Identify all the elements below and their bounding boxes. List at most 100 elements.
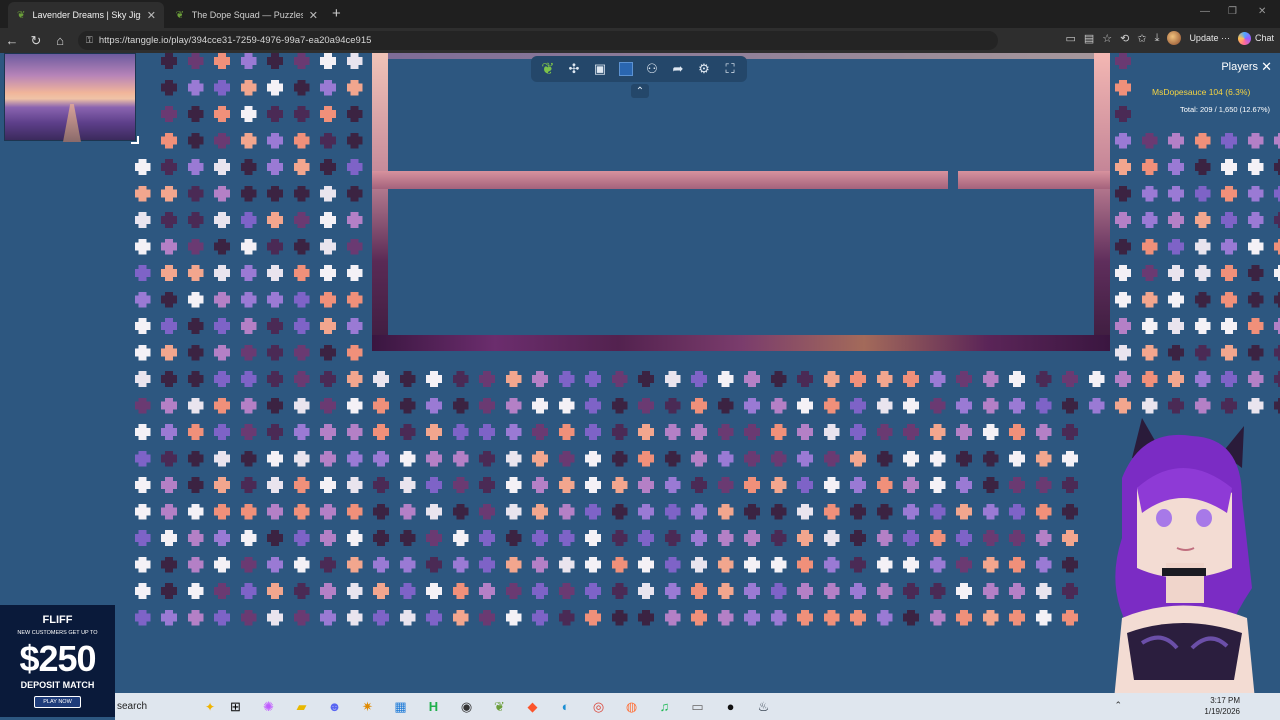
- site-info-icon[interactable]: ⚿: [86, 35, 93, 46]
- puzzle-piece[interactable]: [373, 609, 389, 626]
- puzzle-piece[interactable]: [1062, 397, 1078, 414]
- favorite-star-icon[interactable]: ☆: [1102, 32, 1112, 45]
- puzzle-piece[interactable]: [532, 371, 548, 387]
- puzzle-piece[interactable]: [346, 132, 363, 149]
- puzzle-piece[interactable]: [744, 556, 760, 573]
- puzzle-piece[interactable]: [558, 503, 575, 520]
- puzzle-piece[interactable]: [1168, 318, 1184, 334]
- puzzle-piece[interactable]: [1274, 265, 1280, 281]
- puzzle-piece[interactable]: [1035, 397, 1052, 414]
- puzzle-piece[interactable]: [532, 397, 548, 414]
- puzzle-piece[interactable]: [346, 344, 363, 361]
- puzzle-piece[interactable]: [770, 583, 787, 599]
- puzzle-piece[interactable]: [585, 450, 601, 467]
- puzzle-piece[interactable]: [267, 106, 283, 122]
- puzzle-piece[interactable]: [1168, 344, 1184, 361]
- puzzle-piece[interactable]: [850, 530, 866, 546]
- puzzle-piece[interactable]: [1035, 503, 1052, 520]
- puzzle-piece[interactable]: [1274, 371, 1280, 387]
- puzzle-piece[interactable]: [558, 583, 575, 599]
- puzzle-piece[interactable]: [1247, 132, 1264, 149]
- puzzle-piece[interactable]: [320, 132, 336, 149]
- puzzle-piece[interactable]: [240, 344, 257, 361]
- puzzle-piece[interactable]: [797, 397, 813, 414]
- puzzle-piece[interactable]: [1247, 397, 1264, 414]
- puzzle-piece[interactable]: [452, 397, 469, 414]
- puzzle-piece[interactable]: [346, 477, 363, 493]
- puzzle-piece[interactable]: [532, 556, 548, 573]
- puzzle-piece[interactable]: [187, 583, 204, 599]
- puzzle-piece[interactable]: [293, 450, 310, 467]
- puzzle-piece[interactable]: [1115, 132, 1131, 149]
- puzzle-piece[interactable]: [346, 503, 363, 520]
- puzzle-piece[interactable]: [479, 503, 495, 520]
- puzzle-piece[interactable]: [161, 424, 177, 440]
- home-icon[interactable]: ⌂: [48, 33, 72, 48]
- puzzle-piece[interactable]: [638, 609, 654, 626]
- puzzle-piece[interactable]: [399, 371, 416, 387]
- puzzle-piece[interactable]: [903, 556, 919, 573]
- puzzle-piece[interactable]: [452, 609, 469, 626]
- puzzle-piece[interactable]: [929, 424, 946, 440]
- puzzle-piece[interactable]: [558, 477, 575, 493]
- puzzle-piece[interactable]: [320, 344, 336, 361]
- puzzle-piece[interactable]: [1035, 609, 1052, 626]
- puzzle-piece[interactable]: [638, 583, 654, 599]
- steam-icon[interactable]: ♨: [747, 693, 780, 720]
- puzzle-piece[interactable]: [1194, 159, 1211, 175]
- puzzle-piece[interactable]: [240, 424, 257, 440]
- puzzle-piece[interactable]: [876, 503, 893, 520]
- puzzle-piece[interactable]: [929, 556, 946, 573]
- puzzle-piece[interactable]: [1009, 503, 1025, 520]
- puzzle-piece[interactable]: [505, 609, 522, 626]
- puzzle-piece[interactable]: [187, 397, 204, 414]
- puzzle-piece[interactable]: [956, 556, 972, 573]
- copilot-taskbar-icon[interactable]: ✺: [252, 693, 285, 720]
- puzzle-piece[interactable]: [293, 530, 310, 546]
- maximize-icon[interactable]: ❐: [1228, 6, 1237, 17]
- puzzle-piece[interactable]: [1141, 397, 1158, 414]
- puzzle-piece[interactable]: [1221, 159, 1237, 175]
- puzzle-piece[interactable]: [717, 450, 734, 467]
- reference-image-preview[interactable]: [4, 53, 139, 144]
- puzzle-piece[interactable]: [373, 397, 389, 414]
- puzzle-piece[interactable]: [823, 530, 840, 546]
- puzzle-piece[interactable]: [505, 477, 522, 493]
- puzzle-piece[interactable]: [1194, 371, 1211, 387]
- puzzle-piece[interactable]: [320, 530, 336, 546]
- puzzle-piece[interactable]: [214, 185, 230, 202]
- puzzle-piece[interactable]: [214, 609, 230, 626]
- puzzle-piece[interactable]: [187, 265, 204, 281]
- puzzle-piece[interactable]: [161, 344, 177, 361]
- puzzle-piece[interactable]: [479, 583, 495, 599]
- square-icon[interactable]: [616, 59, 636, 79]
- puzzle-piece[interactable]: [850, 424, 866, 440]
- puzzle-piece[interactable]: [1035, 477, 1052, 493]
- puzzle-piece[interactable]: [479, 477, 495, 493]
- puzzle-piece[interactable]: [346, 371, 363, 387]
- puzzle-piece[interactable]: [346, 424, 363, 440]
- puzzle-piece[interactable]: [585, 397, 601, 414]
- puzzle-piece[interactable]: [585, 371, 601, 387]
- puzzle-piece[interactable]: [638, 503, 654, 520]
- puzzle-piece[interactable]: [320, 53, 336, 69]
- puzzle-piece[interactable]: [638, 530, 654, 546]
- puzzle-piece[interactable]: [664, 583, 681, 599]
- puzzle-piece[interactable]: [797, 556, 813, 573]
- puzzle-piece[interactable]: [797, 424, 813, 440]
- puzzle-piece[interactable]: [505, 556, 522, 573]
- puzzle-piece[interactable]: [1168, 291, 1184, 308]
- taskbar-clock[interactable]: 3:17 PM 1/19/2026: [1204, 695, 1240, 717]
- puzzle-piece[interactable]: [399, 530, 416, 546]
- puzzle-piece[interactable]: [823, 477, 840, 493]
- tab-lavender-dreams[interactable]: ❦ Lavender Dreams | Sky Jigsaw ✕: [8, 2, 164, 28]
- puzzle-piece[interactable]: [903, 397, 919, 414]
- puzzle-piece[interactable]: [320, 318, 336, 334]
- puzzle-piece[interactable]: [214, 583, 230, 599]
- puzzle-piece[interactable]: [479, 530, 495, 546]
- profile-avatar[interactable]: [1167, 31, 1182, 45]
- puzzle-piece[interactable]: [1062, 583, 1078, 599]
- puzzle-piece[interactable]: [134, 159, 151, 175]
- puzzle-piece[interactable]: [293, 609, 310, 626]
- puzzle-piece[interactable]: [1194, 344, 1211, 361]
